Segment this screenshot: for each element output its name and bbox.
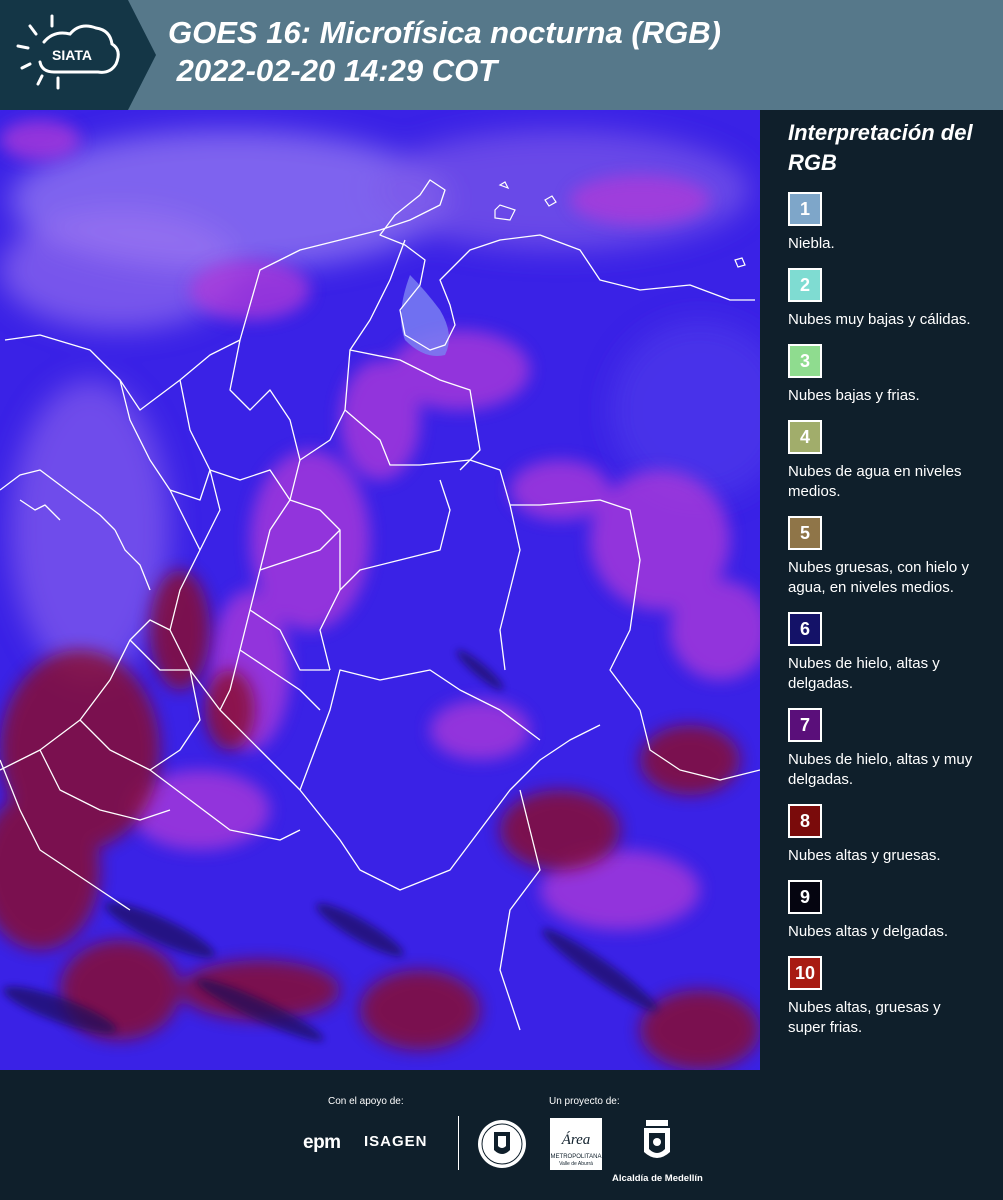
legend-swatch: 10	[788, 956, 822, 990]
legend-swatch: 7	[788, 708, 822, 742]
legend-title: Interpretación del RGB	[788, 120, 973, 175]
legend-label: Nubes de agua en niveles medios.	[788, 463, 962, 500]
legend-swatch: 3	[788, 344, 822, 378]
legend-label: Nubes altas, gruesas y super frias.	[788, 999, 941, 1036]
legend-swatch: 1	[788, 192, 822, 226]
legend-item-9: 9 Nubes altas y delgadas.	[788, 880, 996, 942]
alcaldia-shield-icon	[644, 1120, 670, 1158]
header: SIATA GOES 16: Microfísica nocturna (RGB…	[0, 0, 1003, 110]
map-svg	[0, 110, 760, 1070]
legend-label: Niebla.	[788, 235, 835, 252]
legend-item-2: 2 Nubes muy bajas y cálidas.	[788, 268, 996, 330]
legend: Interpretación del RGB 1 Niebla. 2 Nubes mu…	[776, 118, 996, 1052]
logo-arrow	[128, 0, 156, 110]
seal-icon	[478, 1120, 526, 1168]
page-title: GOES 16: Microfísica nocturna (RGB) 2022…	[168, 15, 721, 88]
legend-item-1: 1 Niebla.	[788, 192, 996, 254]
legend-item-6: 6 Nubes de hielo, altas y delgadas.	[788, 612, 996, 694]
legend-swatch: 4	[788, 420, 822, 454]
legend-label: Nubes altas y gruesas.	[788, 847, 941, 864]
legend-item-8: 8 Nubes altas y gruesas.	[788, 804, 996, 866]
legend-items: 1 Niebla. 2 Nubes muy bajas y cálidas. 3 Nube…	[776, 192, 996, 1038]
legend-item-7: 7 Nubes de hielo, altas y muy delgadas.	[788, 708, 996, 790]
svg-text:SIATA: SIATA	[52, 47, 92, 63]
legend-label: Nubes gruesas, con hielo y agua, en nive…	[788, 559, 969, 596]
legend-label: Nubes muy bajas y cálidas.	[788, 311, 971, 328]
legend-item-5: 5 Nubes gruesas, con hielo y agua, en niv…	[788, 516, 996, 598]
siata-sun-icon: SIATA	[16, 14, 120, 90]
svg-text:Valle de Aburrá: Valle de Aburrá	[559, 1161, 593, 1167]
legend-swatch: 9	[788, 880, 822, 914]
legend-swatch: 2	[788, 268, 822, 302]
svg-text:METROPOLITANA: METROPOLITANA	[551, 1154, 602, 1160]
siata-logo: SIATA	[0, 0, 128, 110]
footer: Con el apoyo de: epm ISAGEN Un proyecto …	[0, 1070, 1003, 1200]
legend-item-4: 4 Nubes de agua en niveles medios.	[788, 420, 996, 502]
svg-text:Área: Área	[561, 1131, 591, 1148]
legend-label: Nubes altas y delgadas.	[788, 923, 949, 940]
legend-label: Nubes de hielo, altas y delgadas.	[788, 655, 940, 692]
legend-label: Nubes bajas y frias.	[788, 387, 920, 404]
legend-item-3: 3 Nubes bajas y frias.	[788, 344, 996, 406]
alcaldia-label: Alcaldía de Medellín	[612, 1173, 703, 1184]
legend-swatch: 8	[788, 804, 822, 838]
legend-swatch: 5	[788, 516, 822, 550]
legend-label: Nubes de hielo, altas y muy delgadas.	[788, 751, 973, 788]
legend-item-10: 10 Nubes altas, gruesas y super frias.	[788, 956, 996, 1038]
epm-logo: epm	[303, 1132, 341, 1153]
satellite-map	[0, 110, 760, 1070]
legend-swatch: 6	[788, 612, 822, 646]
area-metropolitana-logo: Área METROPOLITANA Valle de Aburrá	[550, 1118, 602, 1170]
support-label: Con el apoyo de:	[328, 1096, 404, 1107]
project-label: Un proyecto de:	[549, 1096, 620, 1107]
isagen-logo: ISAGEN	[364, 1133, 428, 1150]
footer-divider	[458, 1116, 459, 1170]
